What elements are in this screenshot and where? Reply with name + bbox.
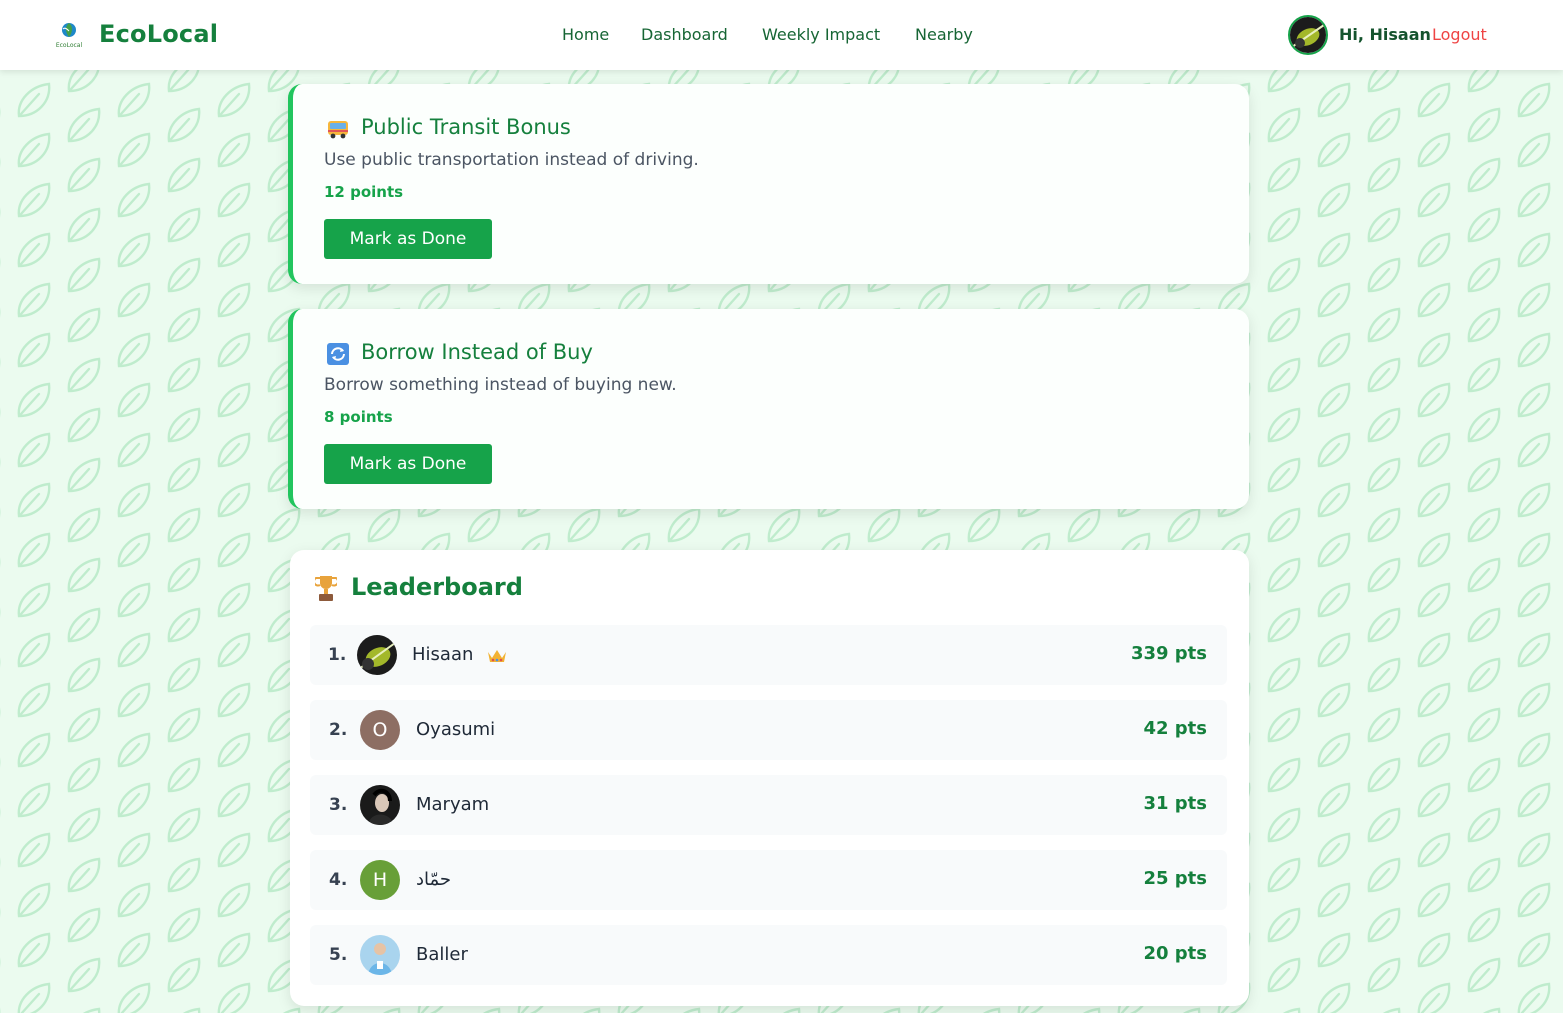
ecolocal-logo-icon[interactable]: EcoLocal [53,20,85,50]
mark-as-done-button[interactable]: Mark as Done [324,444,492,484]
nav-dashboard[interactable]: Dashboard [641,25,728,44]
user-name: Hisaan [412,644,474,665]
leaderboard-row[interactable]: 1. Hisaan 339 pts [310,625,1227,685]
top-navbar: EcoLocal EcoLocal Home Dashboard Weekly … [0,0,1563,70]
brand-title[interactable]: EcoLocal [99,20,218,48]
leaderboard-row[interactable]: 5. Baller 20 pts [310,925,1227,985]
logout-link[interactable]: Logout [1432,25,1487,44]
user-points: 25 pts [1143,868,1207,889]
nav-home[interactable]: Home [562,25,609,44]
challenge-description: Borrow something instead of buying new. [324,375,677,395]
trophy-icon [315,576,337,601]
user-avatar[interactable] [1288,15,1328,55]
user-points: 339 pts [1130,643,1207,664]
rank-number: 4. [329,870,348,890]
leaderboard-row[interactable]: 3. Maryam 31 pts [310,775,1227,835]
bus-icon [328,121,348,139]
nav-nearby[interactable]: Nearby [915,25,973,44]
challenge-card: Borrow Instead of Buy Borrow something i… [288,309,1249,509]
leaderboard-panel: Leaderboard 1. Hisaan 339 pts 2. O Oyasu… [290,550,1249,1006]
leaderboard-title: Leaderboard [351,573,523,601]
rank-number: 1. [328,645,347,665]
user-points: 20 pts [1143,943,1207,964]
user-name: Maryam [416,794,490,815]
user-avatar [360,785,400,825]
user-points: 42 pts [1143,718,1207,739]
user-avatar [360,935,400,975]
rank-number: 3. [329,795,348,815]
user-name: Oyasumi [416,719,496,740]
crown-icon [488,650,506,662]
user-name: Baller [416,944,468,965]
user-greeting: Hi, Hisaan [1339,25,1431,44]
leaderboard-row[interactable]: 4. H حمّاد 25 pts [310,850,1227,910]
challenge-title: Public Transit Bonus [361,115,571,139]
challenge-points: 12 points [324,183,404,201]
user-avatar: H [360,860,400,900]
user-points: 31 pts [1143,793,1207,814]
rank-number: 2. [329,720,348,740]
challenge-title: Borrow Instead of Buy [361,340,593,364]
user-avatar: O [360,710,400,750]
mark-as-done-button[interactable]: Mark as Done [324,219,492,259]
rank-number: 5. [329,945,348,965]
challenge-description: Use public transportation instead of dri… [324,150,699,170]
leaderboard-row[interactable]: 2. O Oyasumi 42 pts [310,700,1227,760]
nav-weekly-impact[interactable]: Weekly Impact [762,25,880,44]
user-name: حمّاد [416,869,452,890]
challenge-points: 8 points [324,408,393,426]
user-avatar [357,635,397,675]
repeat-icon [327,343,349,365]
challenge-card: Public Transit Bonus Use public transpor… [288,84,1249,284]
logo-mark-text: EcoLocal [56,42,83,49]
